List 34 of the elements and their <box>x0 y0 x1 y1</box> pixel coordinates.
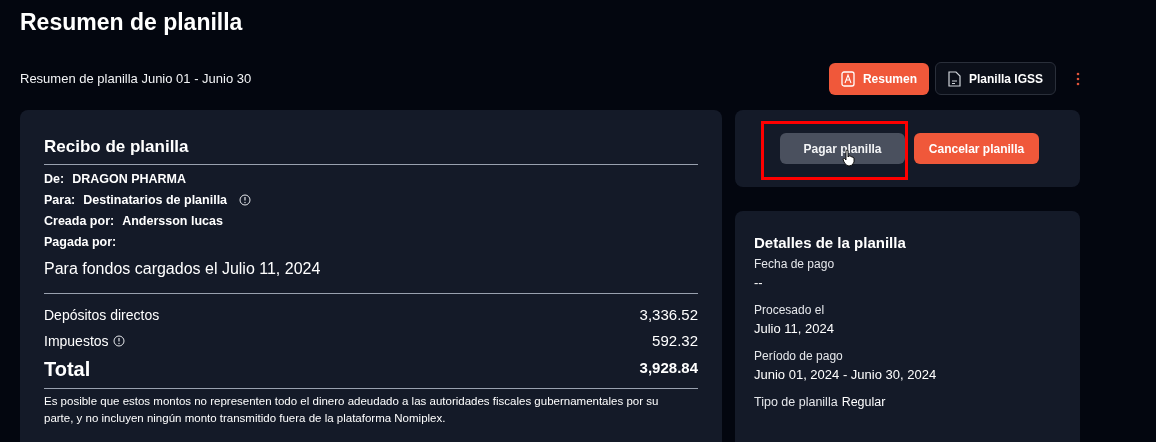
detail-value: Junio 01, 2024 - Junio 30, 2024 <box>754 365 938 384</box>
toolbar-button[interactable]: Planilla IGSS <box>934 62 1056 95</box>
total-label: Total <box>44 356 91 382</box>
disclaimer: Es posible que estos montos no representen todo el dinero adeudado a las autoridades fiscales gubernamentales por su parte, y no incluyen ningún monto transmitido fuera de la plataforma Nomiplex. <box>44 393 660 426</box>
details-title: Detalles de la planilla <box>754 233 907 253</box>
page-subtitle: Resumen de planilla Junio 01 - Junio 30 <box>20 69 252 88</box>
pdf-icon <box>840 70 855 87</box>
receipt-title: Recibo de planilla <box>44 134 698 165</box>
detail-label: Tipo de planilla <box>754 393 838 411</box>
detail-value: -- <box>754 273 764 292</box>
line-amount: 3,336.52 <box>639 304 698 325</box>
action-button[interactable]: Pagar planilla <box>780 133 905 164</box>
line-amount: 592.32 <box>652 330 698 351</box>
field-value: Destinatarios de planilla <box>83 191 228 209</box>
detail-label: Fecha de pago <box>754 255 836 273</box>
detail-label: Período de pago <box>754 347 844 365</box>
more-options-icon[interactable] <box>1076 71 1080 86</box>
line-label: Impuestos <box>44 331 109 351</box>
page-title: Resumen de planilla <box>20 8 244 36</box>
detail-label: Procesado el <box>754 301 826 319</box>
document-icon <box>947 70 961 87</box>
detail-value: Julio 11, 2024 <box>754 319 835 338</box>
field-label: Pagada por: <box>44 233 117 251</box>
info-icon <box>239 194 252 206</box>
funds-note: Para fondos cargados el Julio 11, 2024 <box>44 256 698 294</box>
field-label: De: <box>44 170 65 188</box>
detail-value: Regular <box>841 393 886 411</box>
total-amount: 3,928.84 <box>639 358 698 379</box>
line-label: Depósitos directos <box>44 305 160 325</box>
info-icon <box>112 334 125 347</box>
field-value: Andersson lucas <box>122 212 223 230</box>
field-value: DRAGON PHARMA <box>72 170 187 188</box>
field-label: Creada por: <box>44 212 115 230</box>
field-label: Para: <box>44 191 76 209</box>
